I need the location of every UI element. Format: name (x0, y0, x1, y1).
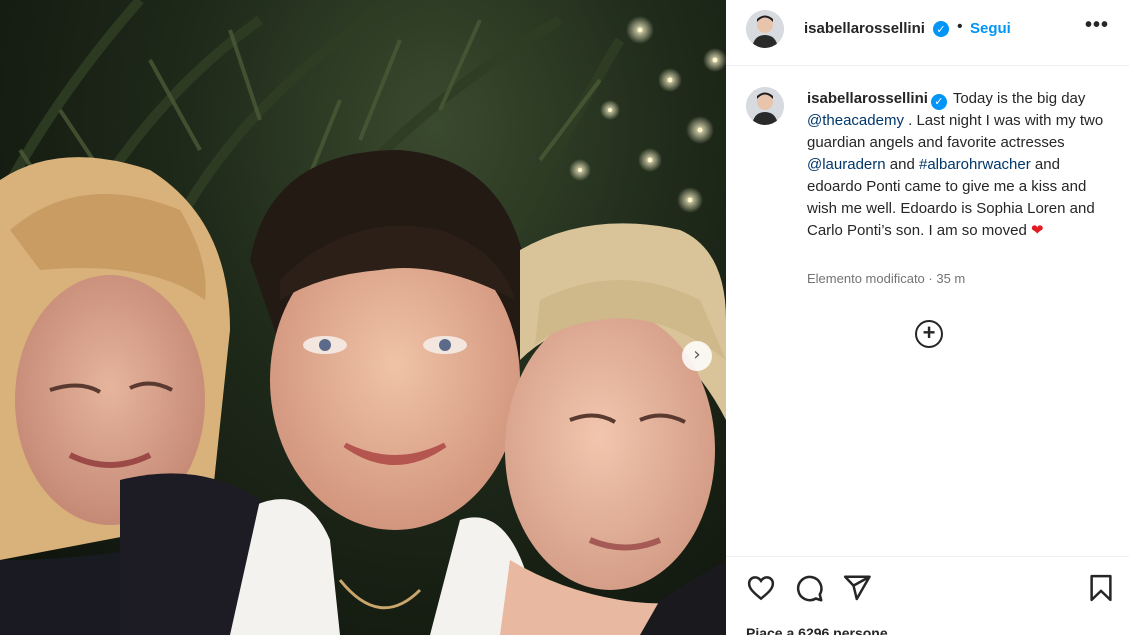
heart-outline-icon[interactable] (746, 573, 776, 603)
bookmark-icon[interactable] (1086, 573, 1116, 603)
follow-button[interactable]: Segui (970, 20, 1011, 37)
chevron-right-icon: › (693, 344, 701, 365)
post-actions: Piace a 6296 persone (726, 556, 1129, 635)
add-comment-button[interactable]: + (915, 320, 943, 348)
caption-avatar[interactable] (746, 87, 784, 125)
username[interactable]: isabellarossellini (804, 20, 925, 37)
post-side-panel: isabellarossellini ✓ • Segui ••• isabell… (726, 0, 1129, 635)
caption-username[interactable]: isabellarossellini (807, 90, 928, 107)
post-caption: isabellarossellini ✓ Today is the big day… (807, 88, 1107, 242)
hashtag-link[interactable]: #albarohrwacher (919, 156, 1031, 173)
photo-illustration (0, 0, 726, 635)
likes-count[interactable]: Piace a 6296 persone (746, 625, 888, 635)
post-photo[interactable]: › (0, 0, 726, 635)
verified-badge-icon: ✓ (933, 21, 949, 37)
verified-badge-icon: ✓ (930, 94, 947, 110)
paper-plane-icon[interactable] (842, 573, 872, 603)
plus-icon: + (922, 320, 936, 345)
caption-text: Today is the big day (952, 90, 1086, 107)
caption-text: and (889, 156, 915, 173)
mention-link[interactable]: @lauradern (807, 156, 886, 173)
comment-bubble-icon[interactable] (794, 573, 824, 603)
red-heart-emoji: ❤ (1031, 222, 1044, 239)
mention-link[interactable]: @theacademy (807, 112, 904, 129)
separator-dot: • (957, 18, 963, 35)
next-photo-button[interactable]: › (682, 341, 712, 371)
post-meta: Elemento modificato · 35 m (807, 271, 966, 286)
more-options-icon[interactable]: ••• (1085, 14, 1109, 37)
post-header: isabellarossellini ✓ • Segui ••• (726, 0, 1129, 66)
avatar[interactable] (746, 10, 784, 48)
